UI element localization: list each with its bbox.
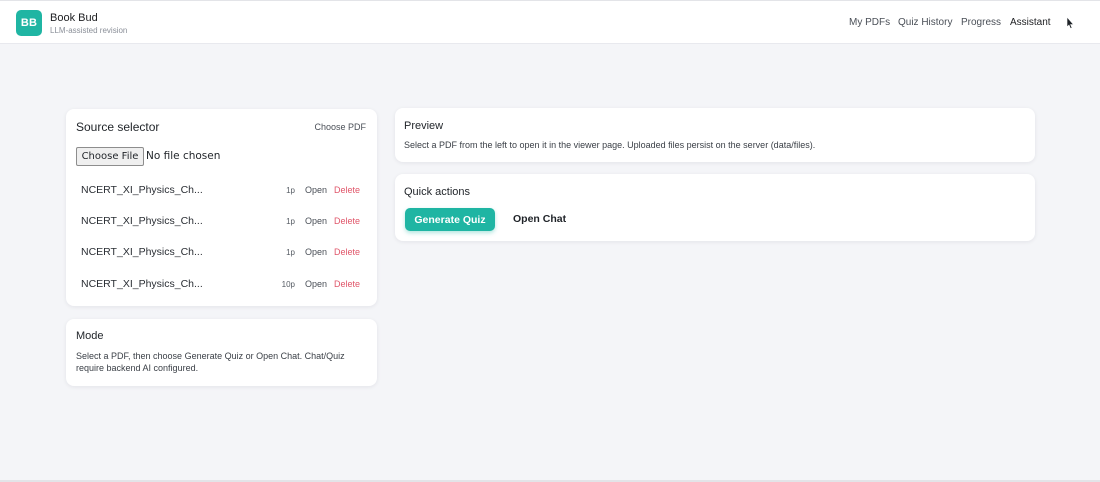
- pdf-list-item[interactable]: NCERT_XI_Physics_Ch... 1p Open Delete: [66, 181, 377, 201]
- generate-quiz-button[interactable]: Generate Quiz: [405, 208, 495, 231]
- pdf-list-item[interactable]: NCERT_XI_Physics_Ch... 1p Open Delete: [66, 212, 377, 232]
- mode-title: Mode: [76, 330, 104, 342]
- preview-description: Select a PDF from the left to open it in…: [404, 140, 816, 150]
- source-selector-card: Source selector Choose PDF Choose File N…: [66, 109, 377, 306]
- preview-title: Preview: [404, 120, 444, 132]
- pdf-list-item[interactable]: NCERT_XI_Physics_Ch... 10p Open Delete: [66, 275, 377, 295]
- app-logo[interactable]: BB: [16, 10, 42, 36]
- pdf-page-count: 1p: [286, 248, 295, 257]
- pdf-page-count: 10p: [281, 280, 295, 289]
- nav-my-pdfs[interactable]: My PDFs: [849, 17, 890, 28]
- mode-card: Mode Select a PDF, then choose Generate …: [66, 319, 377, 386]
- nav-assistant[interactable]: Assistant: [1010, 17, 1051, 28]
- pdf-open-button[interactable]: Open: [305, 185, 327, 195]
- quick-actions-title: Quick actions: [404, 186, 471, 198]
- pdf-list-item[interactable]: NCERT_XI_Physics_Ch... 1p Open Delete: [66, 243, 377, 263]
- pdf-name: NCERT_XI_Physics_Ch...: [81, 278, 203, 290]
- top-navigation-bar: BB Book Bud LLM-assisted revision My PDF…: [0, 0, 1100, 44]
- choose-file-button[interactable]: Choose File: [76, 147, 144, 166]
- pdf-open-button[interactable]: Open: [305, 247, 327, 257]
- pdf-open-button[interactable]: Open: [305, 216, 327, 226]
- pdf-delete-button[interactable]: Delete: [334, 247, 360, 257]
- pdf-page-count: 1p: [286, 217, 295, 226]
- pdf-delete-button[interactable]: Delete: [334, 185, 360, 195]
- nav-quiz-history[interactable]: Quiz History: [898, 17, 952, 28]
- cursor-pointer-icon: [1066, 16, 1075, 29]
- open-chat-button[interactable]: Open Chat: [513, 213, 566, 225]
- preview-card: Preview Select a PDF from the left to op…: [395, 108, 1035, 162]
- pdf-name: NCERT_XI_Physics_Ch...: [81, 215, 203, 227]
- app-subtitle: LLM-assisted revision: [50, 26, 128, 35]
- pdf-open-button[interactable]: Open: [305, 279, 327, 289]
- mode-description: Select a PDF, then choose Generate Quiz …: [76, 351, 345, 373]
- nav-progress[interactable]: Progress: [961, 17, 1001, 28]
- source-selector-title: Source selector: [76, 120, 160, 134]
- pdf-delete-button[interactable]: Delete: [334, 216, 360, 226]
- pdf-name: NCERT_XI_Physics_Ch...: [81, 246, 203, 258]
- quick-actions-card: Quick actions Generate Quiz Open Chat: [395, 174, 1035, 241]
- app-title: Book Bud: [50, 12, 98, 24]
- choose-pdf-link[interactable]: Choose PDF: [314, 122, 366, 132]
- pdf-name: NCERT_XI_Physics_Ch...: [81, 184, 203, 196]
- pdf-delete-button[interactable]: Delete: [334, 279, 360, 289]
- pdf-page-count: 1p: [286, 186, 295, 195]
- file-chosen-status: No file chosen: [146, 150, 221, 162]
